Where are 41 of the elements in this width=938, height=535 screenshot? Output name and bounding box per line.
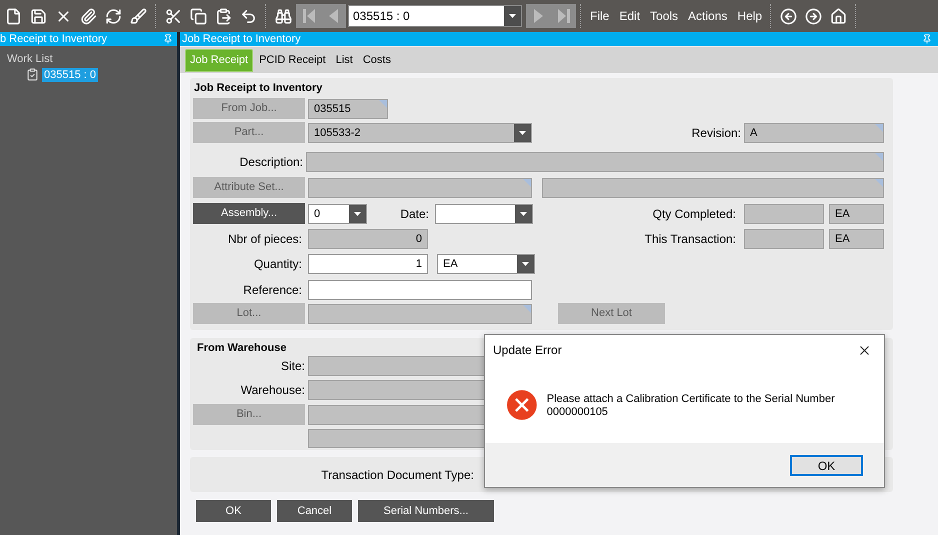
- action-button[interactable]: Cancel: [277, 500, 352, 522]
- group-title: From Warehouse: [197, 341, 286, 354]
- tab[interactable]: List: [332, 49, 357, 72]
- action-button[interactable]: OK: [196, 500, 271, 522]
- text-field[interactable]: [308, 280, 532, 300]
- field-label: Transaction Document Type:: [320, 466, 475, 484]
- group-title: Job Receipt to Inventory: [194, 81, 322, 94]
- action-button[interactable]: Serial Numbers...: [358, 500, 494, 522]
- field-label: Qty Completed:: [652, 206, 737, 222]
- tab[interactable]: Costs: [358, 49, 395, 72]
- pin-icon[interactable]: [922, 34, 932, 44]
- menu-item[interactable]: Edit: [619, 7, 640, 25]
- ok-button[interactable]: OK: [790, 454, 863, 476]
- error-icon: [507, 390, 537, 420]
- dropdown-field[interactable]: [435, 204, 533, 224]
- field-label: Nbr of pieces:: [226, 231, 303, 248]
- field-label: Date:: [399, 206, 430, 222]
- menu-item[interactable]: Help: [737, 7, 762, 25]
- panel-title: b Receipt to Inventory: [0, 32, 108, 46]
- menu-item[interactable]: File: [590, 7, 610, 25]
- dropdown-field[interactable]: 0: [308, 204, 367, 224]
- clipboard-icon: [26, 68, 39, 81]
- text-field[interactable]: 1: [308, 254, 428, 274]
- pin-icon[interactable]: [163, 34, 173, 44]
- menu-item[interactable]: Tools: [650, 7, 678, 25]
- field-label: Description:: [238, 154, 304, 171]
- form-button[interactable]: Assembly...: [193, 203, 305, 224]
- error-message: Please attach a Calibration Certificate to the Serial Number 0000000105: [546, 393, 836, 419]
- menu-item[interactable]: Actions: [688, 7, 728, 25]
- dropdown-field[interactable]: EA: [437, 254, 535, 274]
- field-label: Revision:: [692, 124, 742, 142]
- tree-root[interactable]: Work List: [7, 51, 177, 68]
- panel-title: Job Receipt to Inventory: [182, 32, 301, 46]
- field-label: Site:: [280, 358, 306, 375]
- field-label: Quantity:: [252, 256, 303, 273]
- dialog-title: Update Error: [493, 342, 562, 359]
- field-label: Reference:: [242, 282, 303, 299]
- field-label: Warehouse:: [240, 382, 306, 399]
- record-combo[interactable]: 035515 : 0: [348, 5, 522, 27]
- tab[interactable]: PCID Receipt: [255, 49, 330, 72]
- field-label: This Transaction:: [644, 231, 737, 248]
